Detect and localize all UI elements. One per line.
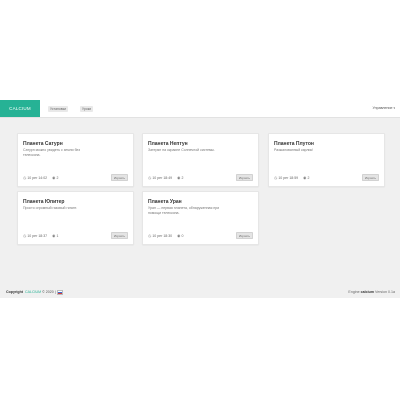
- card-study-button[interactable]: Изучить: [235, 232, 253, 239]
- card-description: Просто огромный газовый гигант.: [23, 206, 77, 210]
- language-flag-icon[interactable]: [57, 290, 64, 295]
- card-study-button[interactable]: Изучить: [235, 174, 253, 181]
- card-meta: ◷ 10 рег 18:37 ◉ 1: [23, 233, 59, 239]
- card-title: Планета Юпитер: [23, 199, 65, 205]
- card-description: Уран — первая планета, обнаруженная при …: [148, 206, 220, 215]
- card-pluto: Планета Плутон Разжалованный карлик! ◷ 1…: [268, 133, 385, 187]
- card-title: Планета Плутон: [274, 141, 314, 147]
- card-title: Планета Сатурн: [23, 141, 63, 147]
- card-views: 2: [56, 175, 59, 180]
- card-study-button[interactable]: Изучить: [110, 174, 128, 181]
- nav-button-lessons[interactable]: Уроки: [80, 105, 94, 112]
- clock-icon: ◷: [148, 176, 152, 180]
- card-study-button[interactable]: Изучить: [110, 232, 128, 239]
- card-date: 10 рег 18:59: [278, 175, 299, 180]
- admin-menu-dropdown[interactable]: Управление▾: [373, 106, 396, 110]
- engine-name: calcium: [360, 290, 375, 294]
- card-uranus: Планета Уран Уран — первая планета, обна…: [142, 191, 259, 245]
- footer-year: © 2020 |: [42, 290, 56, 295]
- card-neptune: Планета Нептун Затерян на окраине Солнеч…: [142, 133, 259, 187]
- card-title: Планета Уран: [148, 199, 182, 205]
- eye-icon: ◉: [177, 234, 181, 238]
- clock-icon: ◷: [148, 234, 152, 238]
- app-root: CALCIUM Установки Уроки Управление▾ План…: [0, 100, 400, 298]
- card-description: Затерян на окраине Солнечной системы.: [148, 148, 215, 152]
- card-meta: ◷ 10 рег 18:59 ◉ 2: [274, 175, 310, 181]
- card-views: 0: [181, 233, 184, 238]
- card-saturn: Планета Сатурн Сатурн можно увидеть с зе…: [17, 133, 134, 187]
- card-views: 2: [181, 175, 184, 180]
- card-views: 2: [307, 175, 310, 180]
- clock-icon: ◷: [23, 234, 27, 238]
- nav-button-settings[interactable]: Установки: [48, 105, 68, 112]
- eye-icon: ◉: [52, 234, 56, 238]
- chevron-down-icon: ▾: [393, 106, 395, 110]
- admin-menu-label: Управление: [372, 106, 393, 110]
- card-meta: ◷ 10 рег 14:02 ◉ 2: [23, 175, 59, 181]
- card-description: Сатурн можно увидеть с земли без телеско…: [23, 148, 81, 157]
- card-date: 10 рег 18:30: [152, 233, 173, 238]
- footer-engine: Engine calcium Version 0.1a: [348, 290, 395, 294]
- clock-icon: ◷: [23, 176, 27, 180]
- card-date: 10 рег 18:37: [27, 233, 48, 238]
- eye-icon: ◉: [52, 176, 56, 180]
- card-study-button[interactable]: Изучить: [361, 174, 379, 181]
- top-navbar: CALCIUM Установки Уроки Управление▾: [0, 100, 400, 118]
- card-views: 1: [56, 233, 59, 238]
- engine-version: Version 0.1a: [375, 290, 395, 294]
- card-date: 10 рег 18:49: [152, 175, 173, 180]
- brand-logo[interactable]: CALCIUM: [0, 100, 40, 117]
- card-date: 10 рег 14:02: [27, 175, 48, 180]
- card-jupiter: Планета Юпитер Просто огромный газовый г…: [17, 191, 134, 245]
- engine-label: Engine: [348, 290, 360, 294]
- card-meta: ◷ 10 рег 18:49 ◉ 2: [148, 175, 184, 181]
- footer-copyright: Copyright CALCIUM © 2020 |: [6, 290, 64, 295]
- clock-icon: ◷: [274, 176, 278, 180]
- eye-icon: ◉: [303, 176, 307, 180]
- card-description: Разжалованный карлик!: [274, 148, 314, 152]
- copyright-label: Copyright: [6, 290, 23, 295]
- footer-brand-link[interactable]: CALCIUM: [25, 290, 41, 294]
- card-title: Планета Нептун: [148, 141, 188, 147]
- eye-icon: ◉: [177, 176, 181, 180]
- card-meta: ◷ 10 рег 18:30 ◉ 0: [148, 233, 184, 239]
